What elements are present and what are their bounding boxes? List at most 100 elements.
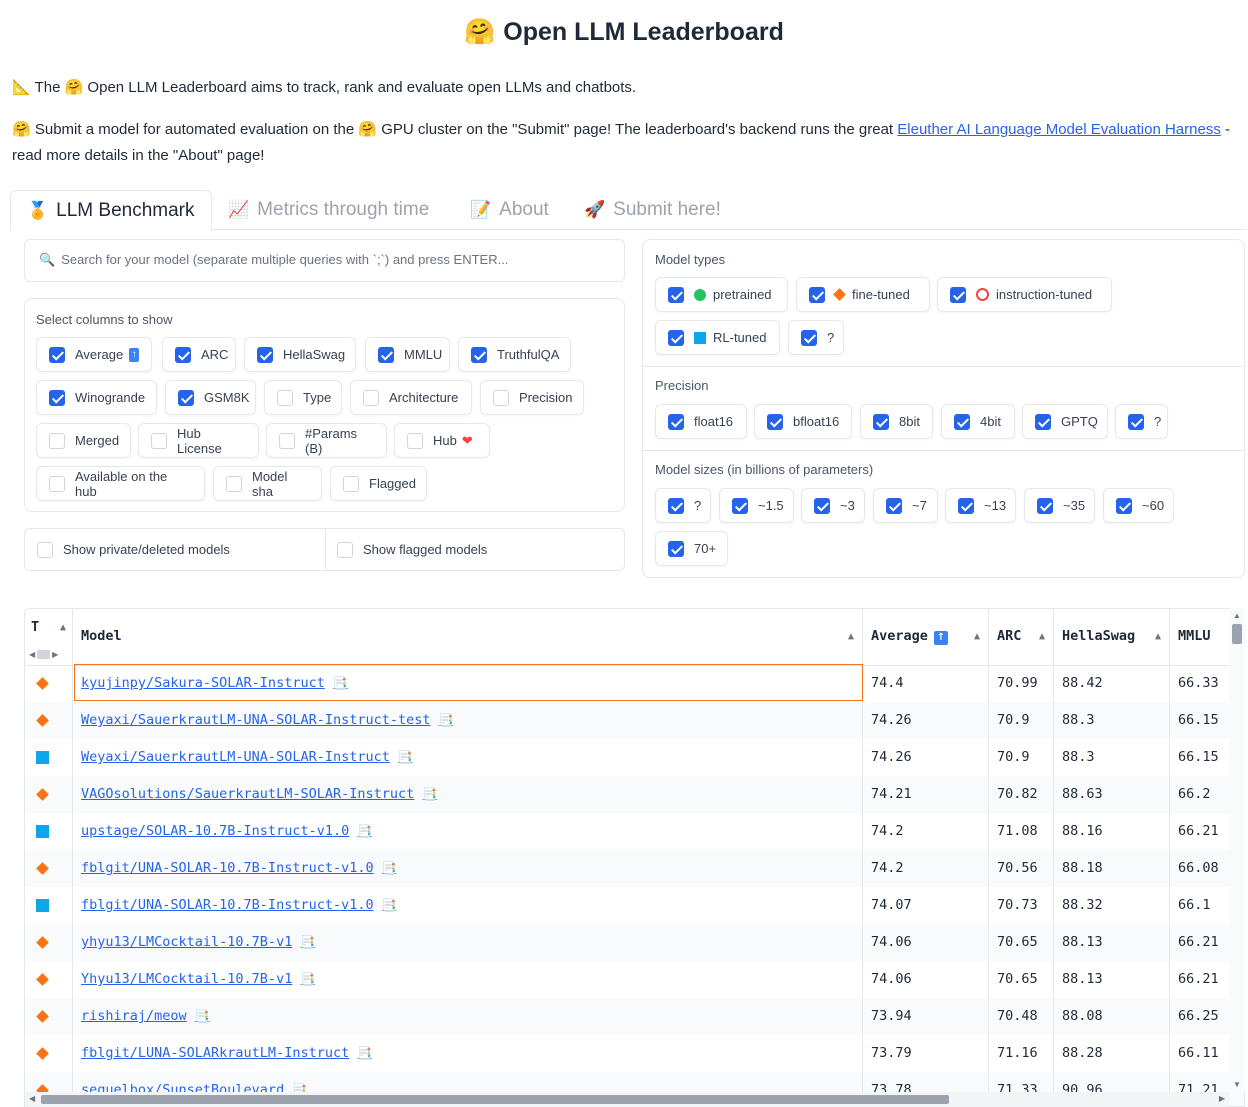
show-flagged-toggle[interactable]: Show flagged models — [325, 529, 487, 570]
checkbox[interactable] — [886, 497, 902, 514]
model-card-icon[interactable]: 📑 — [195, 1009, 210, 1023]
scroll-left-icon[interactable]: ◀ — [29, 1094, 35, 1103]
checkbox[interactable] — [277, 389, 293, 406]
checkbox[interactable] — [49, 389, 65, 406]
model-card-icon[interactable]: 📑 — [300, 935, 315, 949]
type-fine-tuned-checkbox[interactable]: fine-tuned — [796, 277, 930, 312]
precision-unknown-checkbox[interactable]: ? — [1115, 404, 1168, 439]
checkbox[interactable] — [954, 413, 970, 430]
checkbox[interactable] — [732, 497, 748, 514]
table-row[interactable]: upstage/SOLAR-10.7B-Instruct-v1.0 📑 74.2 71… — [25, 813, 1244, 850]
checkbox[interactable] — [873, 413, 889, 430]
model-card-icon[interactable]: 📑 — [422, 787, 437, 801]
column-hellaswag-checkbox[interactable]: HellaSwag — [244, 337, 356, 372]
column-resizer[interactable]: ◀ ▶ — [29, 650, 58, 659]
checkbox[interactable] — [958, 497, 974, 514]
scroll-down-icon[interactable]: ▼ — [1233, 1080, 1241, 1089]
vertical-scrollbar[interactable]: ▲ ▼ — [1229, 608, 1245, 1092]
tab-metrics-through-time[interactable]: 📈 Metrics through time — [212, 190, 445, 230]
precision-8bit-checkbox[interactable]: 8bit — [860, 404, 933, 439]
column-precision-checkbox[interactable]: Precision — [480, 380, 584, 415]
precision-4bit-checkbox[interactable]: 4bit — [941, 404, 1015, 439]
checkbox[interactable] — [226, 475, 242, 492]
table-row[interactable]: kyujinpy/Sakura-SOLAR-Instruct 📑 74.4 70.99… — [25, 665, 1244, 702]
column-architecture-checkbox[interactable]: Architecture — [350, 380, 472, 415]
checkbox[interactable] — [668, 329, 684, 346]
checkbox[interactable] — [279, 432, 295, 449]
sort-icon[interactable]: ▲ — [1039, 631, 1045, 642]
size-70-plus-checkbox[interactable]: 70+ — [655, 531, 728, 566]
model-link[interactable]: rishiraj/meow — [81, 1008, 187, 1024]
model-link[interactable]: yhyu13/LMCocktail-10.7B-v1 — [81, 934, 292, 950]
checkbox[interactable] — [343, 475, 359, 492]
size-35-checkbox[interactable]: ~35 — [1024, 488, 1095, 523]
checkbox[interactable] — [801, 329, 817, 346]
table-row[interactable]: Weyaxi/SauerkrautLM-UNA-SOLAR-Instruct 📑 7… — [25, 739, 1244, 776]
table-row[interactable]: fblgit/UNA-SOLAR-10.7B-Instruct-v1.0 📑 74.… — [25, 887, 1244, 924]
table-row[interactable]: rishiraj/meow 📑 73.94 70.48 88.08 66.25 — [25, 998, 1244, 1035]
model-link[interactable]: Weyaxi/SauerkrautLM-UNA-SOLAR-Instruct-t… — [81, 712, 431, 728]
checkbox[interactable] — [493, 389, 509, 406]
header-average[interactable]: Average ↑ ▲ — [863, 609, 989, 665]
column-gsm8k-checkbox[interactable]: GSM8K — [165, 380, 256, 415]
table-row[interactable]: fblgit/UNA-SOLAR-10.7B-Instruct-v1.0 📑 74.… — [25, 850, 1244, 887]
checkbox[interactable] — [1116, 497, 1132, 514]
checkbox[interactable] — [1035, 413, 1051, 430]
size-unknown-checkbox[interactable]: ? — [655, 488, 711, 523]
size-13-checkbox[interactable]: ~13 — [945, 488, 1016, 523]
checkbox[interactable] — [471, 346, 487, 363]
size-1-5-checkbox[interactable]: ~1.5 — [719, 488, 794, 523]
column-hub-license-checkbox[interactable]: Hub License — [138, 423, 259, 458]
model-link[interactable]: fblgit/UNA-SOLAR-10.7B-Instruct-v1.0 — [81, 860, 374, 876]
checkbox[interactable] — [407, 432, 423, 449]
model-card-icon[interactable]: 📑 — [357, 824, 372, 838]
scroll-thumb[interactable] — [1232, 624, 1242, 644]
header-model[interactable]: Model ▲ — [73, 609, 863, 665]
checkbox[interactable] — [1037, 497, 1053, 514]
header-type[interactable]: T ▲ ◀ ▶ — [25, 609, 73, 665]
model-card-icon[interactable]: 📑 — [382, 898, 397, 912]
model-link[interactable]: Weyaxi/SauerkrautLM-UNA-SOLAR-Instruct — [81, 749, 390, 765]
checkbox[interactable] — [337, 541, 353, 558]
header-arc[interactable]: ARC ▲ — [989, 609, 1054, 665]
model-link[interactable]: fblgit/LUNA-SOLARkrautLM-Instruct — [81, 1045, 349, 1061]
model-link[interactable]: VAGOsolutions/SauerkrautLM-SOLAR-Instruc… — [81, 786, 414, 802]
checkbox[interactable] — [175, 346, 191, 363]
sort-icon[interactable]: ▲ — [848, 631, 854, 642]
column-type-checkbox[interactable]: Type — [264, 380, 342, 415]
column-merged-checkbox[interactable]: Merged — [36, 423, 131, 458]
column-winogrande-checkbox[interactable]: Winogrande — [36, 380, 157, 415]
column-params-checkbox[interactable]: #Params (B) — [266, 423, 387, 458]
show-private-toggle[interactable]: Show private/deleted models — [25, 529, 230, 570]
column-model-sha-checkbox[interactable]: Model sha — [213, 466, 322, 501]
model-link[interactable]: kyujinpy/Sakura-SOLAR-Instruct — [81, 675, 325, 691]
column-flagged-checkbox[interactable]: Flagged — [330, 466, 427, 501]
model-link[interactable]: fblgit/UNA-SOLAR-10.7B-Instruct-v1.0 — [81, 897, 374, 913]
table-row[interactable]: Weyaxi/SauerkrautLM-UNA-SOLAR-Instruct-t… — [25, 702, 1244, 739]
size-3-checkbox[interactable]: ~3 — [801, 488, 865, 523]
checkbox[interactable] — [814, 497, 830, 514]
model-card-icon[interactable]: 📑 — [300, 972, 315, 986]
checkbox[interactable] — [668, 413, 684, 430]
precision-gptq-checkbox[interactable]: GPTQ — [1022, 404, 1108, 439]
eleuther-harness-link[interactable]: Eleuther AI Language Model Evaluation Ha… — [897, 121, 1221, 138]
table-row[interactable]: VAGOsolutions/SauerkrautLM-SOLAR-Instruc… — [25, 776, 1244, 813]
model-card-icon[interactable]: 📑 — [357, 1046, 372, 1060]
sort-icon[interactable]: ▲ — [1155, 631, 1161, 642]
column-average-checkbox[interactable]: Average ↑ — [36, 337, 152, 372]
model-link[interactable]: Yhyu13/LMCocktail-10.7B-v1 — [81, 971, 292, 987]
checkbox[interactable] — [1128, 413, 1144, 430]
table-row[interactable]: fblgit/LUNA-SOLARkrautLM-Instruct 📑 73.79 7… — [25, 1035, 1244, 1072]
sort-icon[interactable]: ▲ — [974, 631, 980, 642]
tab-about[interactable]: 📝 About — [454, 190, 565, 230]
column-hub-checkbox[interactable]: Hub ❤ — [394, 423, 490, 458]
type-rl-tuned-checkbox[interactable]: RL-tuned — [655, 320, 780, 355]
scroll-thumb[interactable] — [41, 1095, 949, 1104]
column-truthfulqa-checkbox[interactable]: TruthfulQA — [458, 337, 571, 372]
checkbox[interactable] — [49, 432, 65, 449]
sort-icon[interactable]: ▲ — [60, 622, 66, 633]
search-input[interactable]: 🔍 Search for your model (separate multipl… — [24, 239, 625, 282]
tab-submit[interactable]: 🚀 Submit here! — [568, 190, 737, 230]
checkbox[interactable] — [49, 475, 65, 492]
checkbox[interactable] — [668, 286, 684, 303]
